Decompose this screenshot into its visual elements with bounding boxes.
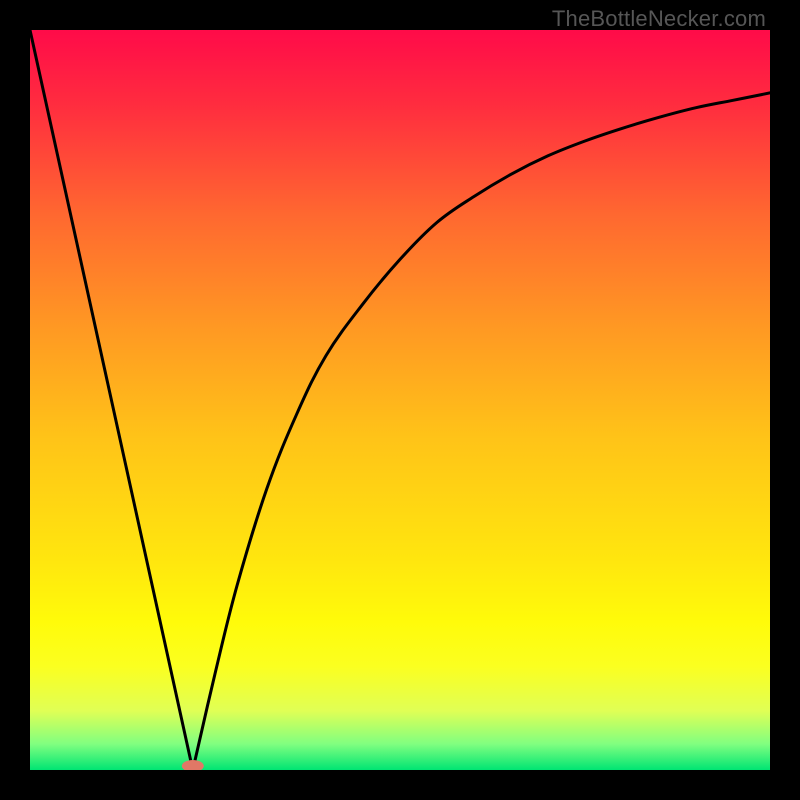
gradient-background xyxy=(30,30,770,770)
watermark-text: TheBottleNecker.com xyxy=(552,6,766,32)
chart-container: TheBottleNecker.com xyxy=(0,0,800,800)
bottleneck-chart xyxy=(30,30,770,770)
